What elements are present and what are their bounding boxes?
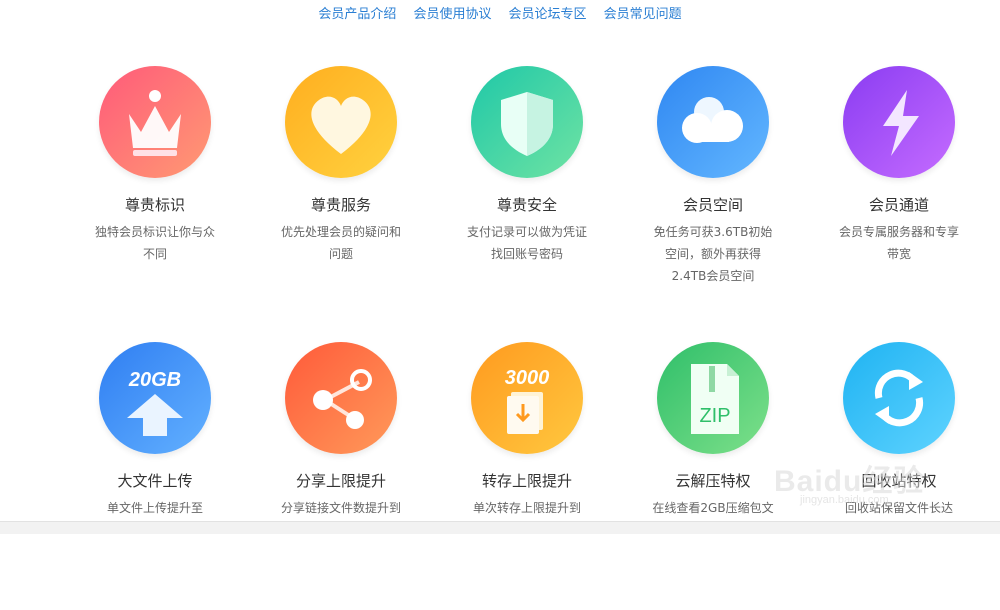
zip-icon: ZIP: [657, 342, 769, 454]
feature-desc: 会员专属服务器和专享 带宽: [806, 221, 992, 265]
feature-title: 尊贵安全: [496, 196, 557, 214]
nav-link-faq[interactable]: 会员常见问题: [604, 3, 682, 22]
feature-card-upload: 20GB 大文件上传 单文件上传提升至: [62, 342, 248, 519]
feature-desc-line: 支付记录可以做为凭证: [466, 225, 587, 239]
top-nav: 会员产品介绍 会员使用协议 会员论坛专区 会员常见问题: [0, 0, 1000, 26]
nav-link-forum[interactable]: 会员论坛专区: [509, 3, 587, 22]
upload-icon: 20GB: [99, 342, 211, 454]
feature-desc: 单次转存上限提升到: [434, 497, 620, 519]
lightning-icon: [843, 66, 955, 178]
feature-desc: 支付记录可以做为凭证 找回账号密码: [434, 221, 620, 265]
features-row-1: 尊贵标识 独特会员标识让你与众 不同 尊贵服务 优先处理会员的疑问和 问题 尊贵…: [62, 66, 994, 338]
upload-size-label: 20GB: [128, 369, 181, 391]
share-icon: [285, 342, 397, 454]
feature-card-recycle: 回收站特权 回收站保留文件长达: [806, 342, 992, 519]
feature-desc: 单文件上传提升至: [62, 497, 248, 519]
feature-card-share: 分享上限提升 分享链接文件数提升到: [248, 342, 434, 519]
save-count-label: 3000: [505, 367, 550, 389]
feature-desc-line: 免任务可获3.6TB初始: [653, 225, 773, 239]
feature-card-channel: 会员通道 会员专属服务器和专享 带宽: [806, 66, 992, 265]
feature-title: 尊贵标识: [124, 196, 185, 214]
cloud-icon: [657, 66, 769, 178]
feature-desc-line: 空间，额外再获得: [664, 247, 761, 261]
save-icon: 3000: [471, 342, 583, 454]
feature-card-unzip: ZIP 云解压特权 在线查看2GB压缩包文: [620, 342, 806, 519]
feature-title: 云解压特权: [675, 472, 751, 490]
feature-desc-line: 回收站保留文件长达: [844, 501, 953, 515]
feature-desc-line: 在线查看2GB压缩包文: [652, 501, 774, 515]
feature-desc: 回收站保留文件长达: [806, 497, 992, 519]
feature-desc-line: 找回账号密码: [490, 247, 563, 261]
recycle-icon: [843, 342, 955, 454]
feature-desc-line: 独特会员标识让你与众: [94, 225, 215, 239]
feature-desc: 独特会员标识让你与众 不同: [62, 221, 248, 265]
feature-desc-line: 问题: [328, 247, 353, 261]
feature-desc-line: 会员专属服务器和专享: [838, 225, 959, 239]
feature-desc-line: 带宽: [886, 247, 911, 261]
feature-desc-line: 单文件上传提升至: [106, 501, 203, 515]
feature-desc: 优先处理会员的疑问和 问题: [248, 221, 434, 265]
heart-icon: [285, 66, 397, 178]
feature-title: 回收站特权: [861, 472, 937, 490]
feature-desc-line: 分享链接文件数提升到: [280, 501, 401, 515]
feature-card-save: 3000 转存上限提升 单次转存上限提升到: [434, 342, 620, 519]
feature-desc: 免任务可获3.6TB初始 空间，额外再获得 2.4TB会员空间: [620, 221, 806, 287]
nav-link-user-agreement[interactable]: 会员使用协议: [413, 3, 491, 22]
feature-card-service: 尊贵服务 优先处理会员的疑问和 问题: [248, 66, 434, 265]
shield-icon: [471, 66, 583, 178]
feature-desc: 在线查看2GB压缩包文: [620, 497, 806, 519]
feature-desc-line: 不同: [142, 247, 167, 261]
feature-title: 分享上限提升: [295, 472, 386, 490]
nav-link-product-intro[interactable]: 会员产品介绍: [318, 3, 396, 22]
zip-label: ZIP: [699, 405, 730, 427]
feature-desc: 分享链接文件数提升到: [248, 497, 434, 519]
features-row-2: 20GB 大文件上传 单文件上传提升至 分享上限提升 分享链接文件数提升到 30…: [62, 338, 994, 610]
feature-desc-line: 优先处理会员的疑问和: [280, 225, 401, 239]
feature-card-badge: 尊贵标识 独特会员标识让你与众 不同: [62, 66, 248, 265]
feature-title: 会员空间: [682, 196, 743, 214]
feature-title: 大文件上传: [117, 472, 193, 490]
feature-desc-line: 单次转存上限提升到: [472, 501, 581, 515]
feature-title: 转存上限提升: [481, 472, 572, 490]
feature-desc-line: 2.4TB会员空间: [671, 269, 755, 283]
feature-title: 会员通道: [868, 196, 929, 214]
feature-card-security: 尊贵安全 支付记录可以做为凭证 找回账号密码: [434, 66, 620, 265]
crown-icon: [99, 66, 211, 178]
feature-card-space: 会员空间 免任务可获3.6TB初始 空间，额外再获得 2.4TB会员空间: [620, 66, 806, 287]
horizontal-scrollbar[interactable]: [0, 521, 1000, 534]
feature-title: 尊贵服务: [310, 196, 371, 214]
